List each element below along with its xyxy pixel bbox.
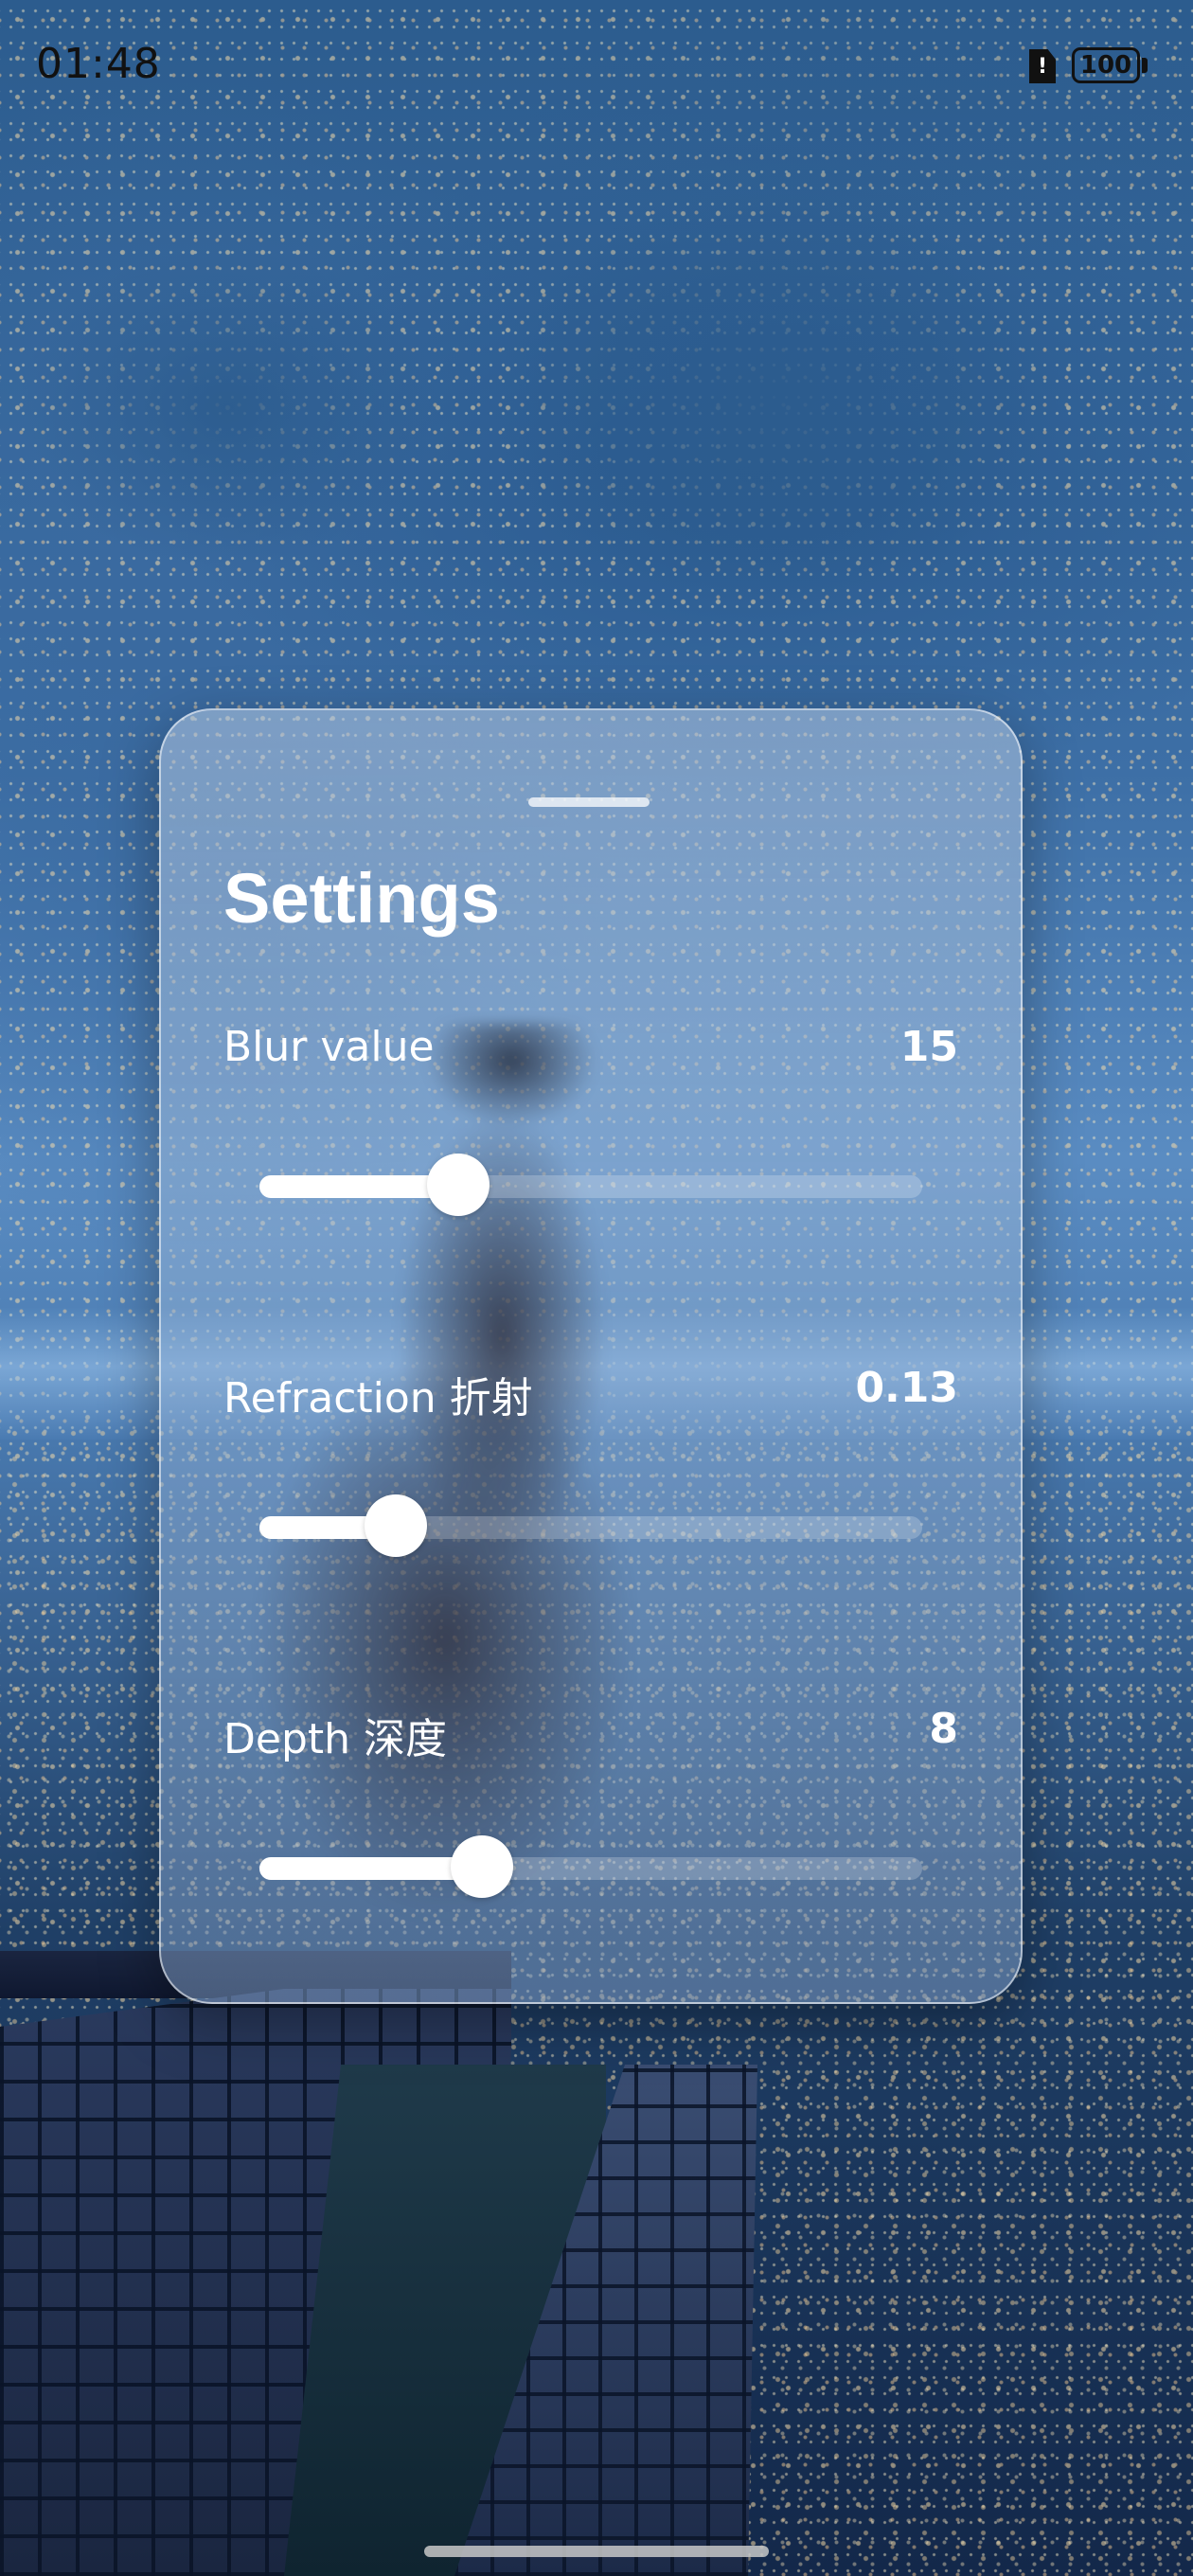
screen: 01:48 ! 100 Settings Blur value 15 Refra… [0, 0, 1193, 2576]
battery-icon: 100 [1072, 47, 1140, 83]
status-time: 01:48 [36, 40, 161, 88]
slider-thumb[interactable] [451, 1835, 513, 1898]
setting-label-depth: Depth 深度 [223, 1715, 448, 1763]
sim-alert-icon: ! [1029, 49, 1056, 83]
blur-slider[interactable] [259, 1152, 922, 1216]
setting-label-refraction: Refraction 折射 [223, 1374, 533, 1422]
setting-value-depth: 8 [929, 1705, 958, 1753]
setting-label-blur: Blur value [223, 1023, 435, 1071]
home-indicator[interactable] [424, 2546, 769, 2557]
depth-slider[interactable] [259, 1834, 922, 1898]
drag-handle[interactable] [528, 797, 650, 807]
slider-thumb[interactable] [365, 1494, 427, 1557]
battery-tip [1142, 58, 1148, 73]
setting-value-refraction: 0.13 [855, 1364, 958, 1412]
status-bar: 01:48 ! 100 [0, 0, 1193, 133]
slider-thumb[interactable] [427, 1154, 490, 1216]
settings-panel: Settings Blur value 15 Refraction 折射 0.1… [159, 708, 1023, 2004]
refraction-slider[interactable] [259, 1493, 922, 1557]
slider-fill [259, 1857, 482, 1880]
setting-value-blur: 15 [899, 1023, 958, 1071]
panel-title: Settings [223, 859, 500, 938]
